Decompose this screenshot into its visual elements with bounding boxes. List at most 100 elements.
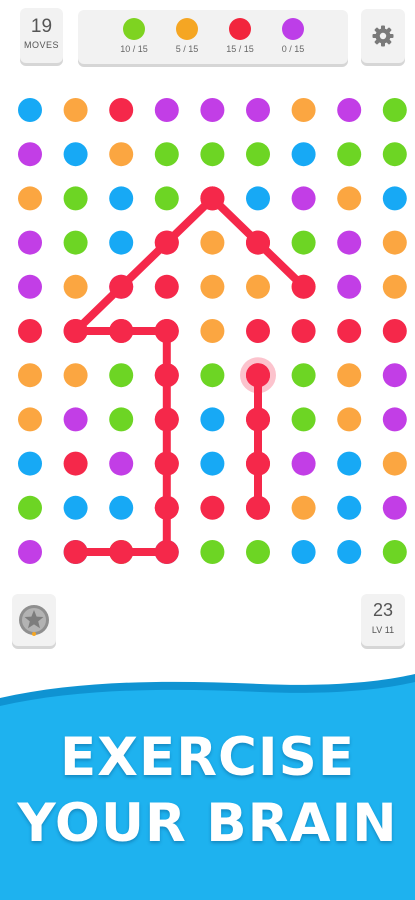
dot-green[interactable] xyxy=(382,98,407,122)
dot-purple[interactable] xyxy=(18,142,42,167)
dot-red[interactable] xyxy=(337,319,362,343)
dot-red[interactable] xyxy=(200,495,225,520)
dot-purple[interactable] xyxy=(291,186,316,211)
dot-green[interactable] xyxy=(18,495,42,520)
dot-orange[interactable] xyxy=(63,274,88,299)
dot-green[interactable] xyxy=(63,230,88,255)
dot-purple[interactable] xyxy=(291,451,316,476)
dot-green[interactable] xyxy=(246,142,270,167)
dot-orange[interactable] xyxy=(200,230,225,255)
dot-green[interactable] xyxy=(63,186,88,211)
dot-green[interactable] xyxy=(109,363,134,388)
dot-orange[interactable] xyxy=(18,363,42,388)
dot-green[interactable] xyxy=(154,186,179,211)
dot-selected[interactable] xyxy=(154,407,179,432)
dot-red[interactable] xyxy=(63,451,88,476)
dot-selected[interactable] xyxy=(154,319,179,343)
dot-blue[interactable] xyxy=(337,451,362,476)
dot-red[interactable] xyxy=(382,319,407,343)
dot-orange[interactable] xyxy=(200,319,225,343)
dot-selected[interactable] xyxy=(246,230,270,255)
dot-purple[interactable] xyxy=(337,98,362,122)
dot-orange[interactable] xyxy=(18,186,42,211)
dot-green[interactable] xyxy=(337,142,362,167)
dot-selected[interactable] xyxy=(154,495,179,520)
dot-purple[interactable] xyxy=(109,451,134,476)
dot-purple[interactable] xyxy=(18,540,42,564)
dot-blue[interactable] xyxy=(382,186,407,211)
dot-purple[interactable] xyxy=(246,98,270,122)
dot-purple[interactable] xyxy=(154,98,179,122)
game-board[interactable] xyxy=(0,90,415,580)
dot-purple[interactable] xyxy=(337,274,362,299)
dot-red[interactable] xyxy=(18,319,42,343)
powerup-button[interactable] xyxy=(12,594,56,646)
dot-orange[interactable] xyxy=(63,98,88,122)
dot-selected[interactable] xyxy=(63,540,88,564)
dot-selected[interactable] xyxy=(109,274,134,299)
dot-purple[interactable] xyxy=(18,274,42,299)
dot-red[interactable] xyxy=(109,98,134,122)
dot-red[interactable] xyxy=(291,319,316,343)
dot-green[interactable] xyxy=(109,407,134,432)
dot-selected[interactable] xyxy=(246,407,270,432)
dot-orange[interactable] xyxy=(109,142,134,167)
dot-selected[interactable] xyxy=(246,495,270,520)
dot-orange[interactable] xyxy=(291,495,316,520)
dot-green[interactable] xyxy=(246,540,270,564)
dot-orange[interactable] xyxy=(291,98,316,122)
dot-selected[interactable] xyxy=(109,319,134,343)
dot-purple[interactable] xyxy=(200,98,225,122)
dot-blue[interactable] xyxy=(63,495,88,520)
dot-orange[interactable] xyxy=(382,451,407,476)
dot-selected[interactable] xyxy=(154,540,179,564)
dot-red[interactable] xyxy=(246,319,270,343)
dot-orange[interactable] xyxy=(337,186,362,211)
dot-selected[interactable] xyxy=(154,363,179,388)
dot-orange[interactable] xyxy=(382,274,407,299)
dot-blue[interactable] xyxy=(246,186,270,211)
dot-purple[interactable] xyxy=(18,230,42,255)
dot-green[interactable] xyxy=(291,363,316,388)
dot-selected[interactable] xyxy=(109,540,134,564)
settings-button[interactable] xyxy=(361,9,405,63)
dot-orange[interactable] xyxy=(246,274,270,299)
dot-green[interactable] xyxy=(291,407,316,432)
dot-blue[interactable] xyxy=(337,495,362,520)
dot-selected[interactable] xyxy=(246,363,270,388)
dot-green[interactable] xyxy=(382,540,407,564)
dot-green[interactable] xyxy=(200,540,225,564)
dot-orange[interactable] xyxy=(337,407,362,432)
dot-blue[interactable] xyxy=(18,451,42,476)
dot-selected[interactable] xyxy=(291,274,316,299)
dot-purple[interactable] xyxy=(382,363,407,388)
dot-green[interactable] xyxy=(291,230,316,255)
dot-purple[interactable] xyxy=(63,407,88,432)
dot-green[interactable] xyxy=(200,363,225,388)
dot-selected[interactable] xyxy=(154,451,179,476)
dot-green[interactable] xyxy=(200,142,225,167)
dot-blue[interactable] xyxy=(200,407,225,432)
dot-blue[interactable] xyxy=(200,451,225,476)
dot-blue[interactable] xyxy=(109,186,134,211)
dot-orange[interactable] xyxy=(337,363,362,388)
dot-purple[interactable] xyxy=(337,230,362,255)
dot-purple[interactable] xyxy=(382,495,407,520)
dot-blue[interactable] xyxy=(337,540,362,564)
dot-blue[interactable] xyxy=(18,98,42,122)
dot-green[interactable] xyxy=(382,142,407,167)
dot-orange[interactable] xyxy=(200,274,225,299)
dot-selected[interactable] xyxy=(246,451,270,476)
dot-orange[interactable] xyxy=(382,230,407,255)
dot-purple[interactable] xyxy=(382,407,407,432)
dot-blue[interactable] xyxy=(291,540,316,564)
dot-blue[interactable] xyxy=(109,495,134,520)
dot-blue[interactable] xyxy=(291,142,316,167)
dot-selected[interactable] xyxy=(200,186,225,211)
dot-selected[interactable] xyxy=(63,319,88,343)
dot-selected[interactable] xyxy=(154,230,179,255)
dot-orange[interactable] xyxy=(18,407,42,432)
dot-blue[interactable] xyxy=(109,230,134,255)
dot-green[interactable] xyxy=(154,142,179,167)
dot-blue[interactable] xyxy=(63,142,88,167)
